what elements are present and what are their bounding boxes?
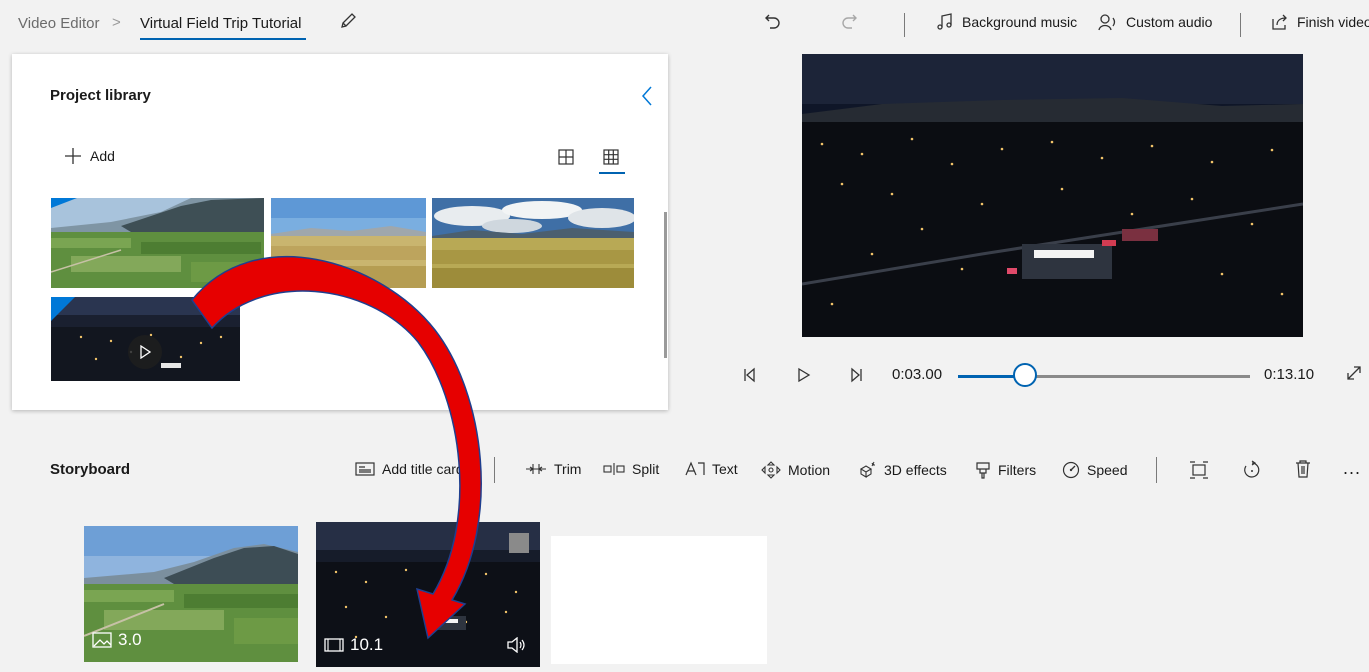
share-icon	[1271, 13, 1289, 31]
toolbar-divider	[904, 13, 905, 37]
collapse-chevron-icon[interactable]	[641, 86, 653, 106]
storyboard-card-image[interactable]: 3.0	[84, 526, 298, 662]
trim-icon	[525, 462, 547, 476]
motion-label: Motion	[788, 462, 831, 478]
play-icon[interactable]	[128, 335, 162, 369]
project-title-underline	[140, 38, 306, 40]
speedometer-icon	[1062, 461, 1080, 479]
breadcrumb-separator: >	[112, 14, 121, 31]
storyboard-card-video[interactable]: 10.1	[316, 522, 540, 667]
delete-icon[interactable]	[1295, 459, 1311, 479]
seek-thumb[interactable]	[1013, 363, 1038, 387]
selected-corner-marker	[51, 198, 77, 208]
pencil-icon[interactable]	[339, 12, 357, 30]
trim-label: Trim	[554, 461, 582, 477]
custom-audio-button[interactable]: Custom audio	[1098, 13, 1212, 31]
custom-audio-label: Custom audio	[1126, 14, 1213, 30]
plus-icon	[64, 147, 82, 165]
card-duration-value: 3.0	[118, 630, 142, 649]
trim-button[interactable]: Trim	[525, 461, 581, 477]
storyboard-divider	[1156, 457, 1157, 483]
video-preview[interactable]	[802, 54, 1303, 337]
background-music-button[interactable]: Background music	[936, 13, 1077, 31]
view-selected-indicator	[599, 172, 625, 174]
split-button[interactable]: Split	[603, 461, 659, 477]
speaker-icon[interactable]	[506, 637, 526, 653]
text-button[interactable]: Text	[685, 461, 738, 477]
speed-button[interactable]: Speed	[1062, 461, 1127, 479]
motion-icon	[761, 461, 781, 479]
add-label: Add	[90, 148, 115, 164]
project-title[interactable]: Virtual Field Trip Tutorial	[140, 15, 301, 32]
breadcrumb-root[interactable]: Video Editor	[18, 15, 99, 32]
play-icon[interactable]	[797, 366, 811, 384]
toolbar-divider	[1240, 13, 1241, 37]
filters-icon	[975, 461, 991, 479]
filters-label: Filters	[998, 462, 1037, 478]
add-title-card-button[interactable]: Add title card	[355, 461, 464, 477]
text-label: Text	[712, 461, 738, 477]
library-item[interactable]	[51, 297, 240, 381]
speed-label: Speed	[1087, 462, 1128, 478]
text-icon	[685, 461, 705, 477]
storyboard-empty-slot[interactable]	[551, 536, 767, 664]
total-time: 0:13.10	[1264, 366, 1315, 383]
3d-effects-button[interactable]: 3D effects	[857, 461, 947, 479]
film-icon	[324, 637, 344, 653]
motion-button[interactable]: Motion	[761, 461, 830, 479]
3d-effects-label: 3D effects	[884, 462, 947, 478]
storyboard-divider	[494, 457, 495, 483]
music-note-icon	[936, 13, 954, 31]
card-duration: 3.0	[92, 630, 142, 650]
library-item[interactable]	[271, 198, 426, 288]
select-checkbox[interactable]	[509, 533, 529, 553]
redo-icon[interactable]	[840, 13, 858, 31]
resize-icon[interactable]	[1189, 461, 1209, 479]
split-icon	[603, 462, 625, 476]
library-item[interactable]	[432, 198, 634, 288]
library-item[interactable]	[51, 198, 264, 288]
more-options-icon[interactable]: ...	[1343, 458, 1361, 479]
finish-video-button[interactable]: Finish video	[1271, 13, 1369, 31]
large-grid-view-icon[interactable]	[558, 149, 574, 165]
split-label: Split	[632, 461, 660, 477]
title-card-icon	[355, 461, 375, 477]
small-grid-view-icon[interactable]	[603, 149, 619, 165]
image-icon	[92, 632, 112, 648]
custom-audio-icon	[1098, 13, 1118, 31]
library-scrollbar[interactable]	[664, 212, 667, 358]
selected-corner-marker	[51, 297, 75, 321]
undo-icon[interactable]	[764, 13, 782, 31]
3d-effects-icon	[857, 461, 877, 479]
filters-button[interactable]: Filters	[975, 461, 1036, 479]
background-music-label: Background music	[962, 14, 1078, 30]
card-duration: 10.1	[324, 635, 383, 655]
finish-video-label: Finish video	[1297, 14, 1369, 30]
project-library-title: Project library	[50, 87, 151, 104]
card-duration-value: 10.1	[350, 635, 384, 654]
current-time: 0:03.00	[892, 366, 943, 383]
next-frame-icon[interactable]	[849, 366, 863, 384]
add-title-card-label: Add title card	[382, 461, 464, 477]
rotate-icon[interactable]	[1242, 460, 1262, 480]
storyboard-title: Storyboard	[50, 461, 131, 478]
add-button[interactable]: Add	[64, 147, 115, 165]
expand-icon[interactable]	[1346, 365, 1362, 381]
previous-frame-icon[interactable]	[743, 366, 757, 384]
